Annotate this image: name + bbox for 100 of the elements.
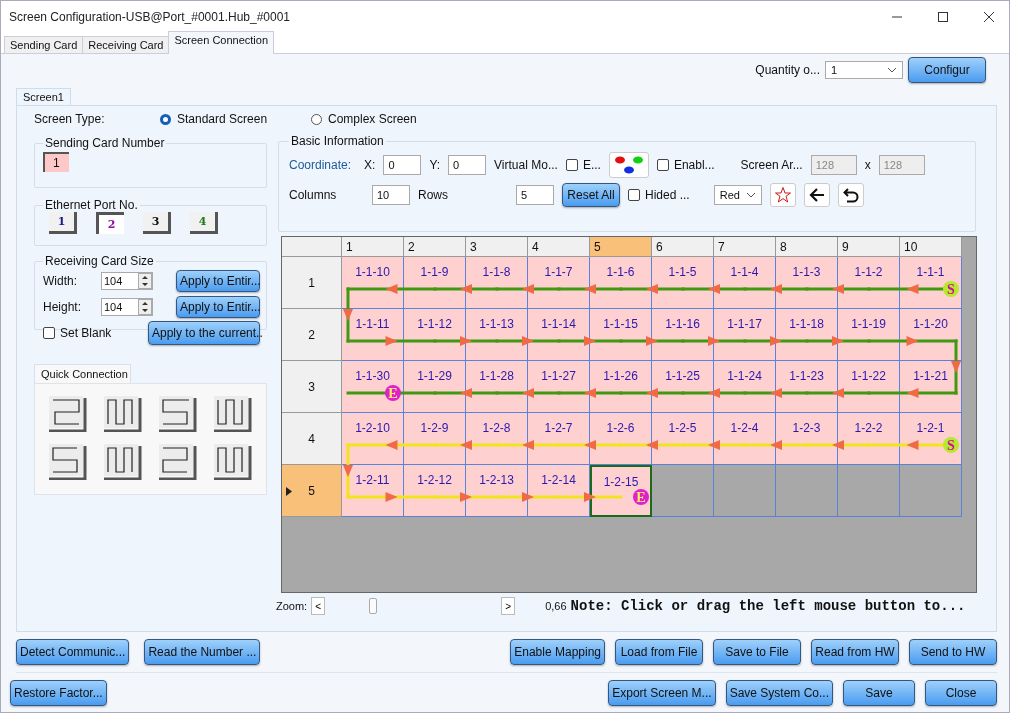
checkbox[interactable]: Hided ... <box>628 188 690 202</box>
action-button[interactable]: Read the Number ... <box>144 639 261 665</box>
grid-cell[interactable]: 1-1-14 <box>528 309 590 361</box>
port-button[interactable]: 2 <box>96 212 124 234</box>
grid-cell[interactable]: 1-1-20 <box>900 309 962 361</box>
column-header[interactable]: 9 <box>838 237 900 257</box>
column-header[interactable]: 7 <box>714 237 776 257</box>
maximize-icon[interactable] <box>937 11 949 23</box>
port-button[interactable]: 4 <box>190 212 218 234</box>
back-button[interactable] <box>803 183 830 207</box>
grid-cell[interactable]: 1-2-6 <box>590 413 652 465</box>
rows-field[interactable]: 5 <box>516 185 554 205</box>
checkbox[interactable]: Enabl... <box>656 158 715 172</box>
grid-cell[interactable]: 1-1-25 <box>652 361 714 413</box>
column-header[interactable]: 1 <box>342 237 404 257</box>
action-button[interactable]: Load from File <box>615 639 703 665</box>
close-icon[interactable] <box>983 11 995 23</box>
undo-button[interactable] <box>837 183 864 207</box>
wiring-pattern-icon[interactable] <box>49 396 87 432</box>
x-field[interactable]: 0 <box>383 155 422 175</box>
grid-cell[interactable]: 1-1-12 <box>404 309 466 361</box>
spinner-icon[interactable] <box>138 299 152 315</box>
width-field[interactable]: 104 <box>101 272 153 290</box>
grid-cell[interactable]: 1-1-2 <box>838 257 900 309</box>
wiring-pattern-icon[interactable] <box>159 444 197 480</box>
y-field[interactable]: 0 <box>448 155 487 175</box>
grid-cell[interactable]: 1-2-12 <box>404 465 466 517</box>
grid-cell[interactable]: 1-1-23 <box>776 361 838 413</box>
grid-cell[interactable]: 1-1-13 <box>466 309 528 361</box>
grid-cell[interactable]: 1-1-28 <box>466 361 528 413</box>
set-blank-checkbox[interactable]: Set Blank <box>43 326 112 340</box>
grid-cell[interactable]: 1-1-26 <box>590 361 652 413</box>
grid-cell[interactable]: 1-2-7 <box>528 413 590 465</box>
grid-cell[interactable]: 1-1-15 <box>590 309 652 361</box>
spinner-icon[interactable] <box>138 273 152 289</box>
configure-button[interactable]: Configur <box>908 57 986 83</box>
reset-all-button[interactable]: Reset All <box>562 183 620 207</box>
action-button[interactable]: Save to File <box>713 639 801 665</box>
height-field[interactable]: 104 <box>101 298 153 316</box>
sending-card-number[interactable]: 1 <box>43 152 69 172</box>
color-dropdown[interactable]: Red <box>713 185 762 205</box>
wiring-pattern-icon[interactable] <box>104 444 142 480</box>
wiring-pattern-icon[interactable] <box>159 396 197 432</box>
apply-button[interactable]: Apply to the current.. <box>148 321 260 345</box>
grid-cell[interactable]: 1-1-24 <box>714 361 776 413</box>
grid-cell[interactable]: 1-1-21 <box>900 361 962 413</box>
row-header[interactable]: 4 <box>282 413 342 465</box>
tab[interactable]: Sending Card <box>4 36 84 53</box>
action-button[interactable]: Send to HW <box>909 639 997 665</box>
grid-cell[interactable]: 1-2-5 <box>652 413 714 465</box>
action-button[interactable]: Save <box>843 680 915 706</box>
column-header[interactable]: 8 <box>776 237 838 257</box>
wiring-pattern-icon[interactable] <box>214 396 252 432</box>
grid-cell[interactable]: 1-1-17 <box>714 309 776 361</box>
grid-cell[interactable]: 1-2-8 <box>466 413 528 465</box>
grid-cell[interactable]: 1-1-8 <box>466 257 528 309</box>
grid-cell[interactable]: 1-2-4 <box>714 413 776 465</box>
grid-cell[interactable]: 1-1-7 <box>528 257 590 309</box>
color-dots-button[interactable] <box>608 152 649 178</box>
quantity-dropdown[interactable]: 1 <box>825 61 903 79</box>
row-header[interactable]: 3 <box>282 361 342 413</box>
grid-cell[interactable]: 1-2-14 <box>528 465 590 517</box>
grid-cell[interactable]: 1-1-27 <box>528 361 590 413</box>
slider-thumb[interactable] <box>369 598 378 614</box>
zoom-in-button[interactable]: > <box>501 597 516 615</box>
action-button[interactable]: Detect Communic... <box>16 639 130 665</box>
action-button[interactable]: Close <box>925 680 997 706</box>
column-header[interactable]: 2 <box>404 237 466 257</box>
radio-option[interactable]: Complex Screen <box>311 112 462 126</box>
grid-cell[interactable]: 1-1-9 <box>404 257 466 309</box>
grid-cell[interactable]: 1-1-19 <box>838 309 900 361</box>
grid-cell[interactable]: 1-1-3 <box>776 257 838 309</box>
action-button[interactable]: Save System Co... <box>725 680 833 706</box>
tab[interactable]: Receiving Card <box>82 36 170 53</box>
port-button[interactable]: 1 <box>49 212 77 234</box>
column-header[interactable]: 10 <box>900 237 962 257</box>
star-button[interactable] <box>769 183 796 207</box>
checkbox[interactable]: E... <box>565 158 601 172</box>
grid-cell[interactable]: 1-1-4 <box>714 257 776 309</box>
grid-cell[interactable]: 1-1-29 <box>404 361 466 413</box>
grid-cell[interactable]: 1-1-10 <box>342 257 404 309</box>
apply-button[interactable]: Apply to Entir... <box>176 270 260 292</box>
column-header[interactable]: 5 <box>590 237 652 257</box>
row-header[interactable]: 1 <box>282 257 342 309</box>
action-button[interactable]: Restore Factor... <box>10 680 107 706</box>
grid-cell[interactable]: 1-1-22 <box>838 361 900 413</box>
row-header[interactable]: 2 <box>282 309 342 361</box>
tab[interactable]: Screen Connection <box>168 31 275 54</box>
column-header[interactable]: 3 <box>466 237 528 257</box>
action-button[interactable]: Read from HW <box>811 639 899 665</box>
row-header[interactable]: 5 <box>282 465 342 517</box>
tab[interactable]: Screen1 <box>16 88 71 105</box>
port-button[interactable]: 3 <box>143 212 171 234</box>
grid-cell[interactable]: 1-1-6 <box>590 257 652 309</box>
grid-cell[interactable]: 1-2-13 <box>466 465 528 517</box>
apply-button[interactable]: Apply to Entir... <box>176 296 260 318</box>
zoom-out-button[interactable]: < <box>311 597 326 615</box>
wiring-pattern-icon[interactable] <box>214 444 252 480</box>
action-button[interactable]: Enable Mapping <box>510 639 605 665</box>
grid-cell[interactable]: 1-1-5 <box>652 257 714 309</box>
